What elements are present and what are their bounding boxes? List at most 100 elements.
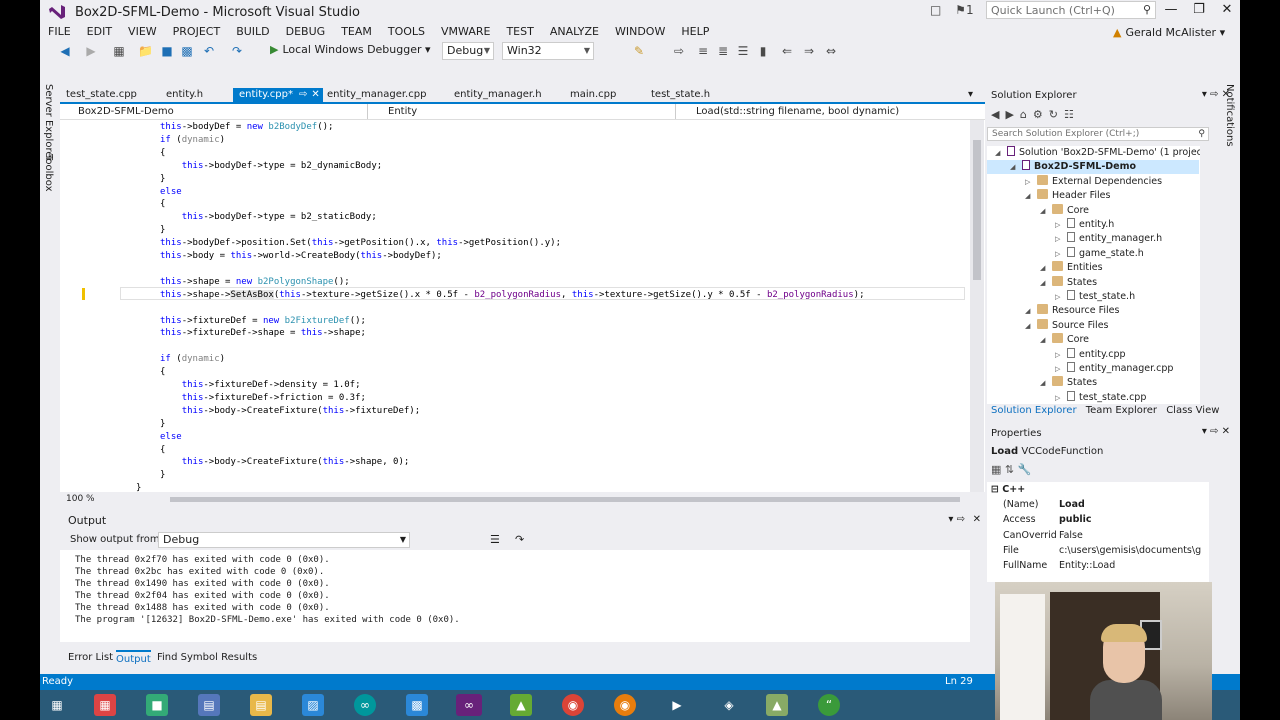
tree-item[interactable]: ◢ States	[987, 275, 1097, 290]
user-account[interactable]: ▲ Gerald McAlister ▾	[1113, 26, 1225, 39]
toolbox-tab[interactable]: Toolbox	[43, 154, 54, 192]
file-explorer-icon[interactable]: ▤	[250, 694, 272, 716]
collapse-icon[interactable]: ◢	[1040, 261, 1052, 275]
collapse-icon[interactable]: ◢	[995, 146, 1007, 160]
tree-item[interactable]: ▷ test_state.h	[987, 290, 1135, 304]
tab-entity-cpp[interactable]: entity.cpp* ⇨ ✕	[233, 88, 323, 102]
tree-item[interactable]: ◢ Entities	[987, 261, 1103, 275]
menu-tools[interactable]: TOOLS	[380, 24, 433, 40]
solution-explorer-toolbar[interactable]: ◀▶⌂⚙↻☷	[991, 108, 1080, 121]
scroll-thumb[interactable]	[973, 140, 981, 280]
configuration-select[interactable]: Debug ▼	[442, 42, 494, 60]
error-list-tab[interactable]: Error List	[68, 650, 113, 666]
arduino-icon[interactable]: ∞	[354, 694, 376, 716]
project-dropdown[interactable]: Box2D-SFML-Demo	[60, 104, 368, 119]
tree-item[interactable]: ▷ test_state.cpp	[987, 390, 1146, 404]
collapse-icon[interactable]: ◢	[1040, 204, 1052, 218]
scope-dropdown[interactable]: Entity	[370, 104, 676, 119]
server-explorer-tab[interactable]: Server Explorer	[43, 84, 54, 162]
tree-item[interactable]: ▷ entity_manager.h	[987, 232, 1162, 246]
tree-item[interactable]: ▷ game_state.h	[987, 246, 1144, 261]
menu-window[interactable]: WINDOW	[607, 24, 673, 40]
forward-icon[interactable]: ▶	[84, 44, 98, 58]
windows-start-icon[interactable]: ▦	[46, 694, 68, 716]
expand-icon[interactable]: ▷	[1055, 232, 1067, 246]
expand-icon[interactable]: ▷	[1055, 391, 1067, 404]
menu-analyze[interactable]: ANALYZE	[542, 24, 607, 40]
feedback-icon[interactable]: □	[930, 3, 941, 17]
collapse-icon[interactable]: ◢	[1040, 276, 1052, 290]
output-source-select[interactable]: Debug ▼	[158, 532, 410, 548]
output-text-area[interactable]: The thread 0x2f70 has exited with code 0…	[60, 550, 970, 642]
tree-item[interactable]: ▷ External Dependencies	[987, 174, 1162, 189]
expand-icon[interactable]: ▷	[1055, 247, 1067, 261]
tree-item[interactable]: ▷ entity.h	[987, 218, 1114, 232]
network-icon[interactable]: ▤	[198, 694, 220, 716]
property-value[interactable]: c:\users\gemisis\documents\g	[1059, 543, 1207, 558]
team-explorer-tab[interactable]: Team Explorer	[1086, 405, 1157, 416]
menu-vmware[interactable]: VMWARE	[433, 24, 498, 40]
collapse-icon[interactable]: ⊟	[991, 484, 999, 495]
property-value[interactable]: public	[1059, 512, 1207, 527]
tree-item[interactable]: ◢ Core	[987, 203, 1089, 218]
tree-item[interactable]: ▷ entity_manager.cpp	[987, 362, 1173, 376]
member-dropdown[interactable]: Load(std::string filename, bool dynamic)	[678, 104, 968, 119]
output-close-icon[interactable]: ✕	[973, 514, 981, 525]
app-icon[interactable]: ▶	[666, 694, 688, 716]
collapse-icon[interactable]: ▷	[1025, 175, 1037, 189]
expand-icon[interactable]: ▷	[1055, 218, 1067, 232]
redo-icon[interactable]: ↷	[230, 44, 244, 58]
tab-test-state-cpp[interactable]: test_state.cpp	[60, 88, 143, 102]
solution-search-input[interactable]: Search Solution Explorer (Ctrl+;) ⚲	[987, 127, 1209, 141]
platform-select[interactable]: Win32 ▼	[502, 42, 594, 60]
expand-icon[interactable]: ▷	[1055, 290, 1067, 304]
tree-item[interactable]: ◢ Solution 'Box2D-SFML-Demo' (1 project)	[987, 146, 1200, 160]
tree-item[interactable]: ◢ Core	[987, 333, 1089, 347]
class-view-tab[interactable]: Class View	[1166, 405, 1219, 416]
undo-icon[interactable]: ↶	[202, 44, 216, 58]
code-editor[interactable]: this->bodyDef = new b2BodyDef(); if (dyna…	[60, 120, 985, 493]
collapse-icon[interactable]: ◢	[1010, 160, 1022, 174]
menu-team[interactable]: TEAM	[333, 24, 380, 40]
step-icon[interactable]: ⇨	[672, 44, 686, 58]
bookmark-icon[interactable]: ▮	[756, 44, 770, 58]
back-icon[interactable]: ◀	[58, 44, 72, 58]
collapse-icon[interactable]: ◢	[1040, 333, 1052, 347]
menu-edit[interactable]: EDIT	[79, 24, 120, 40]
android-icon[interactable]: ▲	[510, 694, 532, 716]
menu-build[interactable]: BUILD	[228, 24, 277, 40]
collapse-icon[interactable]: ◢	[1040, 376, 1052, 390]
menu-project[interactable]: PROJECT	[165, 24, 229, 40]
new-project-icon[interactable]: ▦	[112, 44, 126, 58]
tree-item[interactable]: ◢ States	[987, 376, 1097, 390]
menu-test[interactable]: TEST	[498, 24, 541, 40]
clear-output-icon[interactable]: ☰	[490, 533, 500, 546]
output-pin-icon[interactable]: ▾ ⇨	[948, 514, 965, 525]
find-symbol-results-tab[interactable]: Find Symbol Results	[157, 650, 257, 666]
close-window-button[interactable]: ✕	[1213, 2, 1240, 20]
app-icon[interactable]: ▩	[406, 694, 428, 716]
expand-icon[interactable]: ▷	[1055, 362, 1067, 376]
solution-explorer-tab[interactable]: Solution Explorer	[991, 405, 1077, 416]
restore-button[interactable]: ❐	[1185, 2, 1213, 20]
zoom-level[interactable]: 100 %	[66, 492, 95, 506]
app-icon[interactable]: ▨	[302, 694, 324, 716]
open-file-icon[interactable]: 📁	[138, 44, 153, 58]
tab-overflow-icon[interactable]: ▾	[968, 88, 973, 102]
menu-help[interactable]: HELP	[673, 24, 717, 40]
properties-controls[interactable]: ▾ ⇨ ✕	[1202, 426, 1230, 437]
output-tab[interactable]: Output	[116, 650, 151, 668]
uncomment-icon[interactable]: ☰	[736, 44, 750, 58]
unity-icon[interactable]: ◈	[718, 694, 740, 716]
menu-view[interactable]: VIEW	[120, 24, 165, 40]
property-value[interactable]: False	[1059, 528, 1207, 543]
menu-file[interactable]: FILE	[40, 24, 79, 40]
start-debugging-button[interactable]: ▶ Local Windows Debugger ▾	[270, 43, 431, 56]
app-icon[interactable]: ▲	[766, 694, 788, 716]
tree-item[interactable]: ◢ Box2D-SFML-Demo	[987, 160, 1199, 175]
pin-icon[interactable]: ⇨	[299, 89, 307, 100]
tree-item[interactable]: ▷ entity.cpp	[987, 347, 1126, 362]
blender-icon[interactable]: ◉	[614, 694, 636, 716]
visual-studio-taskbar-icon[interactable]: ∞	[456, 694, 482, 716]
bookmark-prev-icon[interactable]: ⇐	[780, 44, 794, 58]
